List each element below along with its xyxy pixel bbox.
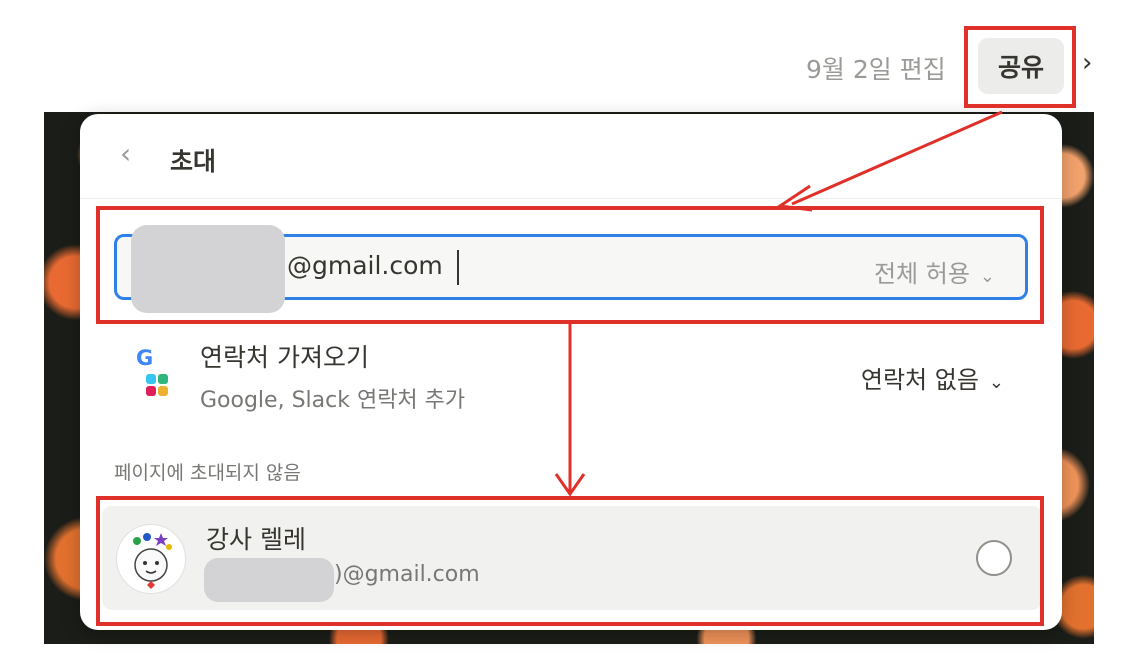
- invite-panel: ‹ 초대 @gmail.com 전체 허용 ⌄ G 연락처 가져오기 Google…: [80, 114, 1062, 630]
- suggestion-email: )@gmail.com: [334, 562, 480, 587]
- panel-title: 초대: [170, 147, 217, 176]
- redacted-block: [204, 558, 334, 602]
- select-radio[interactable]: [976, 540, 1012, 576]
- top-bar: 9월 2일 편집 공유 ›: [0, 0, 1144, 112]
- avatar: [116, 524, 186, 594]
- last-edited-label: 9월 2일 편집: [806, 55, 946, 84]
- chevron-left-icon[interactable]: ‹: [120, 140, 131, 168]
- google-icon: G: [136, 346, 154, 370]
- email-invite-input[interactable]: @gmail.com 전체 허용 ⌄: [114, 225, 1028, 313]
- section-label: 페이지에 초대되지 않음: [114, 462, 301, 484]
- import-contacts-row[interactable]: G 연락처 가져오기 Google, Slack 연락처 추가 연락처 없음 ⌄: [80, 326, 1062, 426]
- more-icon[interactable]: ›: [1082, 48, 1092, 78]
- chevron-down-icon: ⌄: [979, 266, 995, 287]
- redacted-block: [131, 225, 285, 313]
- import-contacts-subtitle: Google, Slack 연락처 추가: [200, 388, 466, 413]
- permission-dropdown[interactable]: 전체 허용 ⌄: [874, 254, 995, 289]
- slack-icon: [146, 374, 170, 398]
- email-input-value[interactable]: @gmail.com: [287, 251, 443, 280]
- share-button[interactable]: 공유: [978, 38, 1064, 94]
- panel-header: ‹ 초대: [80, 114, 1062, 199]
- permission-label: 전체 허용: [873, 260, 970, 288]
- chevron-down-icon: ⌄: [988, 372, 1004, 393]
- suggestion-row[interactable]: 강사 렐레 )@gmail.com: [102, 506, 1042, 610]
- contacts-dropdown-label: 연락처 없음: [860, 366, 979, 394]
- contacts-dropdown[interactable]: 연락처 없음 ⌄: [861, 360, 1004, 395]
- text-caret: [457, 250, 459, 285]
- suggestion-name: 강사 렐레: [206, 525, 306, 554]
- import-contacts-title: 연락처 가져오기: [200, 343, 369, 372]
